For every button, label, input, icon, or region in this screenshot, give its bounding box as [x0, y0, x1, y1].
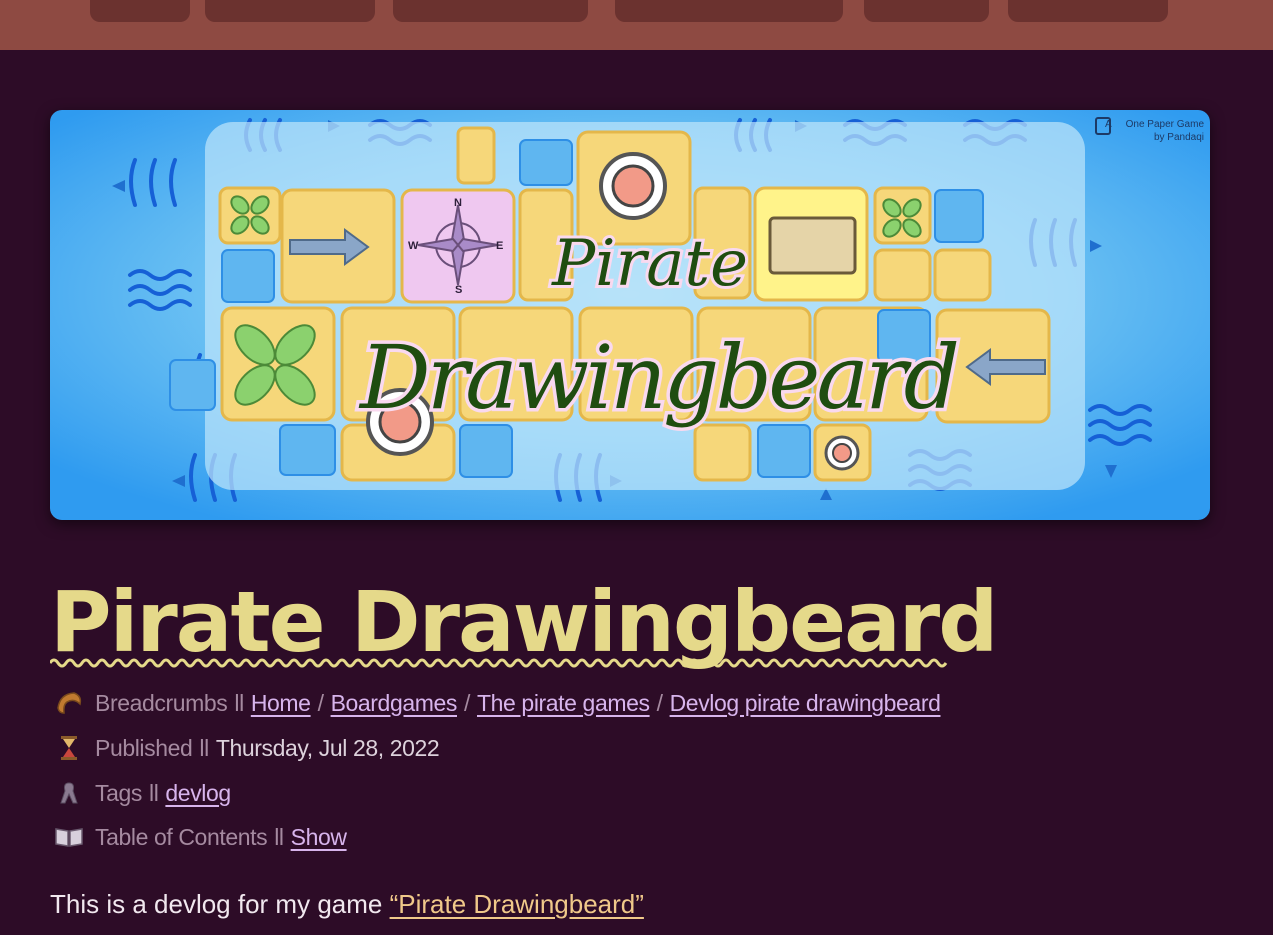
ribbon-icon	[60, 782, 78, 804]
breadcrumb-link-pirate-games[interactable]: The pirate games	[477, 690, 650, 717]
nav-tab[interactable]	[205, 0, 375, 22]
banner-title-line2: Drawingbeard	[358, 326, 960, 429]
croissant-icon	[57, 692, 82, 714]
toc-label: Table of Contents	[95, 823, 268, 850]
nav-tab[interactable]	[393, 0, 588, 22]
banner-title-line1: Pirate	[551, 227, 748, 301]
compass-n: N	[454, 197, 462, 209]
nav-tab[interactable]	[1008, 0, 1168, 22]
nav-tab[interactable]	[864, 0, 989, 22]
tag-link-devlog[interactable]: devlog	[165, 780, 231, 807]
top-nav-bar	[0, 0, 1273, 50]
one-paper-game-badge: A One Paper Game by Pandaqi	[1105, 119, 1204, 143]
game-link[interactable]: “Pirate Drawingbeard”	[390, 889, 644, 919]
published-date: Thursday, Jul 28, 2022	[215, 734, 440, 761]
compass-e: E	[496, 240, 503, 252]
compass-w: W	[408, 240, 419, 252]
header-banner-image: N S E W Pirate Drawingbeard A One Paper …	[50, 110, 1210, 520]
breadcrumb-link-home[interactable]: Home	[251, 690, 311, 717]
title-underline	[50, 658, 948, 668]
breadcrumbs-label: Breadcrumbs	[95, 689, 228, 716]
toc-row: Table of Contents ll Show	[54, 822, 347, 852]
book-icon	[55, 828, 83, 847]
nav-tab[interactable]	[615, 0, 843, 22]
toc-show-link[interactable]: Show	[291, 824, 347, 851]
tags-row: Tags ll devlog	[54, 778, 231, 808]
breadcrumb-link-devlog[interactable]: Devlog pirate drawingbeard	[670, 690, 941, 717]
intro-paragraph: This is a devlog for my game “Pirate Dra…	[50, 889, 644, 919]
published-label: Published	[95, 734, 193, 761]
compass-s: S	[455, 284, 462, 296]
published-row: Published ll Thursday, Jul 28, 2022	[54, 733, 440, 763]
tags-label: Tags	[95, 779, 142, 806]
breadcrumbs-row: Breadcrumbs ll Home / Boardgames / The p…	[54, 688, 941, 718]
breadcrumb-link-boardgames[interactable]: Boardgames	[331, 690, 458, 717]
nav-tab[interactable]	[90, 0, 190, 22]
hourglass-icon	[61, 736, 77, 760]
